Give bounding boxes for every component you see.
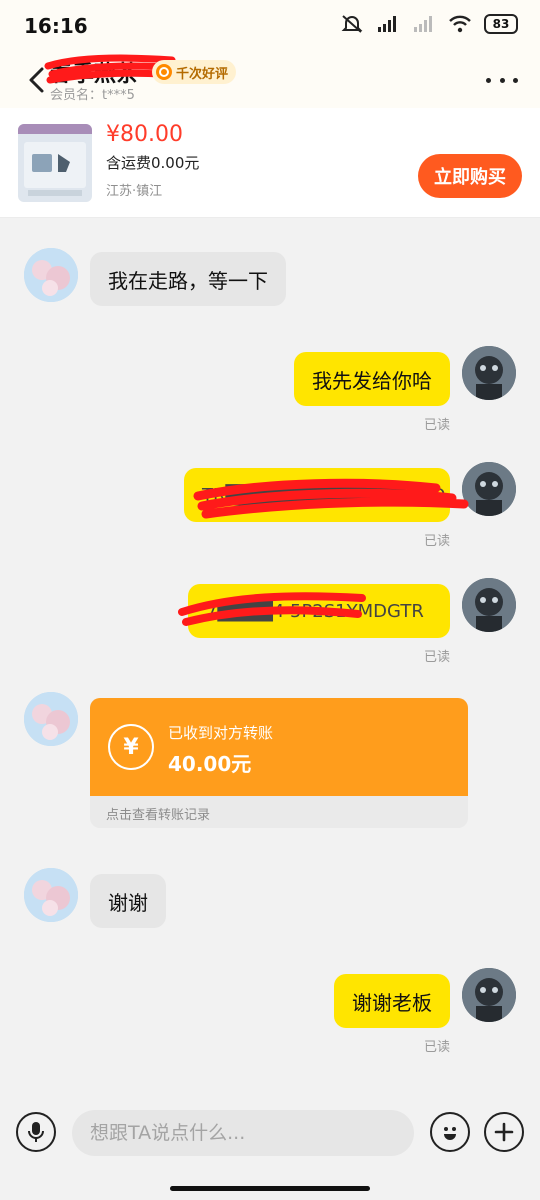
- read-receipt: 已读: [423, 1040, 450, 1055]
- input-bar: [0, 1100, 540, 1200]
- wifi-icon: [449, 15, 471, 33]
- dog-avatar-image: [462, 968, 516, 1022]
- blossom-avatar-image: [24, 692, 78, 746]
- blossom-avatar-image: [24, 868, 78, 922]
- read-receipt: 已读: [423, 650, 450, 665]
- user-avatar[interactable]: [462, 578, 516, 632]
- seller-avatar[interactable]: [24, 692, 78, 746]
- buy-now-button[interactable]: 立即购买: [418, 154, 522, 198]
- badge-icon: [156, 64, 172, 80]
- signal-hd-icon: [378, 16, 396, 32]
- transfer-record-link[interactable]: 点击查看转账记录: [106, 804, 210, 823]
- plus-icon: [494, 1122, 514, 1142]
- more-dot: [513, 77, 518, 83]
- message-bubble[interactable]: 谢谢老板: [334, 974, 450, 1028]
- product-image: [18, 124, 92, 196]
- emoji-button[interactable]: [430, 1112, 470, 1152]
- chat-header: 春季燕茶 千次好评 会员名：t***5: [0, 52, 540, 108]
- dog-avatar-image: [462, 462, 516, 516]
- transfer-amount: 40.00元: [168, 752, 252, 776]
- product-card[interactable]: ¥80.00 含运费0.00元 江苏·镇江 立即购买: [0, 108, 540, 218]
- chevron-left-icon: [29, 67, 44, 93]
- read-receipt: 已读: [423, 418, 450, 433]
- status-icons: 83: [340, 14, 518, 34]
- yuan-transfer-icon: ¥: [108, 724, 154, 770]
- message-bubble[interactable]: 我在走路，等一下: [90, 252, 286, 306]
- microphone-icon: [28, 1122, 44, 1142]
- review-badge[interactable]: 千次好评: [152, 60, 237, 84]
- product-shipping: 含运费0.00元: [106, 154, 200, 172]
- more-dot: [486, 77, 491, 83]
- message-bubble[interactable]: TR█████████████DXD: [184, 468, 450, 522]
- voice-button[interactable]: [16, 1112, 56, 1152]
- transfer-title: 已收到对方转账: [168, 724, 274, 742]
- battery-indicator: 83: [484, 14, 518, 34]
- product-location: 江苏·镇江: [106, 184, 163, 199]
- status-time: 16:16: [24, 14, 88, 38]
- message-bubble[interactable]: 7████4 5P2S1YMDGTR: [188, 584, 450, 638]
- seller-avatar[interactable]: [24, 868, 78, 922]
- plus-button[interactable]: [484, 1112, 524, 1152]
- status-bar: 16:16 83: [0, 0, 540, 52]
- signal-weak-icon: [414, 16, 432, 32]
- review-badge-label: 千次好评: [176, 66, 229, 82]
- emoji-icon: [444, 1127, 456, 1140]
- more-dot: [499, 77, 505, 83]
- product-thumbnail[interactable]: [18, 124, 92, 202]
- mute-bell-icon: [341, 15, 363, 33]
- transfer-card-body: ¥ 已收到对方转账 40.00元: [90, 698, 468, 796]
- message-input[interactable]: [72, 1110, 414, 1156]
- dog-avatar-image: [462, 578, 516, 632]
- home-indicator[interactable]: [170, 1186, 370, 1191]
- message-bubble[interactable]: 我先发给你哈: [294, 352, 450, 406]
- message-bubble[interactable]: 谢谢: [90, 874, 166, 928]
- more-button[interactable]: [486, 66, 518, 94]
- product-price: ¥80.00: [106, 122, 183, 147]
- user-avatar[interactable]: [462, 462, 516, 516]
- user-avatar[interactable]: [462, 968, 516, 1022]
- seller-avatar[interactable]: [24, 248, 78, 302]
- transfer-card[interactable]: ¥ 已收到对方转账 40.00元 点击查看转账记录: [90, 698, 468, 828]
- user-avatar[interactable]: [462, 346, 516, 400]
- member-label: 会员名：t***5: [50, 88, 135, 103]
- dog-avatar-image: [462, 346, 516, 400]
- read-receipt: 已读: [423, 534, 450, 549]
- blossom-avatar-image: [24, 248, 78, 302]
